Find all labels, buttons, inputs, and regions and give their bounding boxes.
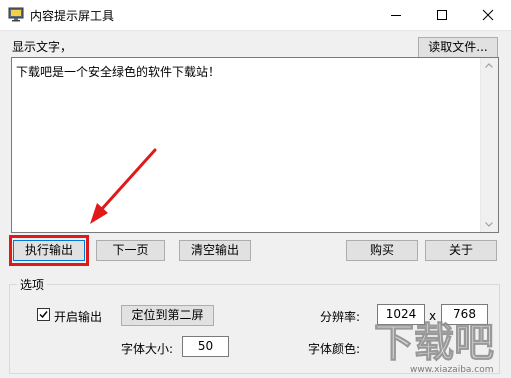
font-size-input[interactable]: 50 — [182, 336, 229, 357]
buy-button[interactable]: 购买 — [346, 240, 418, 261]
display-text-content: 下载吧是一个安全绿色的软件下载站！ — [16, 65, 221, 79]
watermark-url: www.xiazaiba.com — [410, 365, 494, 375]
maximize-icon — [437, 10, 447, 20]
minimize-button[interactable] — [373, 0, 419, 30]
enable-output-checkbox[interactable] — [37, 308, 50, 321]
checkmark-icon — [39, 311, 48, 319]
clear-output-button[interactable]: 清空输出 — [179, 240, 251, 261]
minimize-icon — [391, 15, 401, 16]
about-button[interactable]: 关于 — [425, 240, 497, 261]
locate-second-screen-button[interactable]: 定位到第二屏 — [121, 305, 214, 326]
close-button[interactable] — [465, 0, 511, 30]
chevron-down-icon[interactable] — [485, 222, 493, 227]
read-file-button[interactable]: 读取文件... — [418, 37, 498, 58]
next-page-button[interactable]: 下一页 — [96, 240, 165, 261]
display-textarea[interactable]: 下载吧是一个安全绿色的软件下载站！ — [11, 57, 499, 233]
maximize-button[interactable] — [419, 0, 465, 30]
resolution-label: 分辨率: — [320, 310, 361, 324]
execute-output-button[interactable]: 执行输出 — [13, 240, 85, 261]
font-size-label: 字体大小: — [121, 342, 174, 356]
window-title: 内容提示屏工具 — [30, 9, 115, 23]
font-color-label: 字体颜色: — [308, 342, 361, 356]
app-monitor-icon — [8, 6, 24, 22]
title-bar: 内容提示屏工具 — [0, 0, 511, 31]
chevron-up-icon[interactable] — [485, 63, 493, 68]
watermark-logo: 下载吧 www.xiazaiba.com — [374, 320, 495, 376]
vertical-scrollbar[interactable] — [480, 58, 498, 232]
options-group-title: 选项 — [17, 276, 48, 293]
close-icon — [482, 9, 494, 21]
watermark-text: 下载吧 — [374, 320, 494, 366]
enable-output-label: 开启输出 — [54, 310, 103, 324]
display-text-label: 显示文字， — [12, 40, 73, 54]
